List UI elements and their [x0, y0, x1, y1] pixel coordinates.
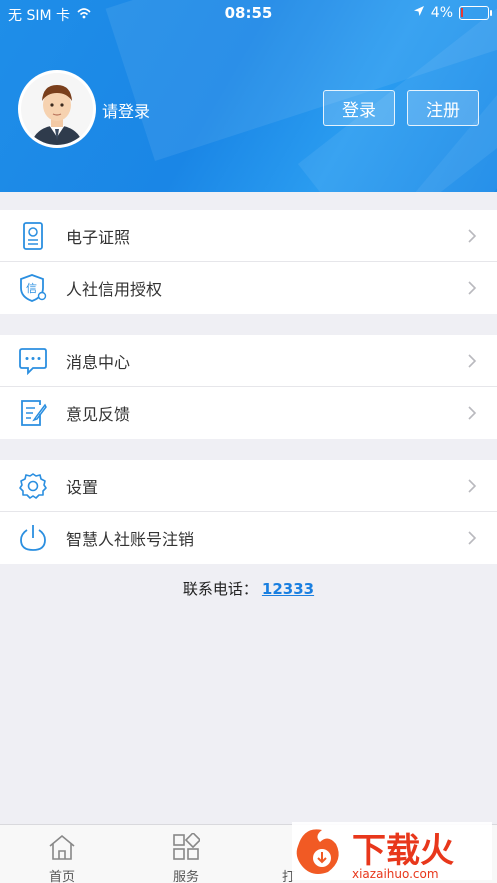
- profile-header: 无 SIM 卡 08:55 4% 请登录 登录 注册: [0, 0, 497, 192]
- watermark-logo: 下载火 xiazaihuo.com: [292, 816, 492, 882]
- location-arrow-icon: [413, 5, 425, 21]
- grid-icon: [173, 833, 200, 860]
- chevron-right-icon: [467, 228, 477, 244]
- credit-shield-icon: 信: [18, 274, 48, 302]
- menu-item-label: 意见反馈: [66, 405, 131, 424]
- register-button[interactable]: 注册: [407, 90, 479, 126]
- watermark-text-cn: 下载火: [352, 831, 454, 871]
- chevron-right-icon: [467, 478, 477, 494]
- feedback-icon: [18, 399, 48, 427]
- battery-percent: 4%: [430, 5, 453, 21]
- login-button[interactable]: 登录: [323, 90, 395, 126]
- chevron-right-icon: [467, 353, 477, 369]
- menu-item-e-license[interactable]: 电子证照: [0, 210, 497, 262]
- tab-label: 首页: [48, 870, 75, 883]
- contact-label: 联系电话：: [182, 580, 258, 598]
- watermark-text-en: xiazaihuo.com: [352, 867, 439, 881]
- contact-phone: 联系电话： 12333: [0, 578, 497, 599]
- menu-item-label: 智慧人社账号注销: [66, 530, 195, 549]
- menu-item-message-center[interactable]: 消息中心: [0, 335, 497, 387]
- menu-group-1: 电子证照 信 人社信用授权: [0, 210, 497, 314]
- menu-item-settings[interactable]: 设置: [0, 460, 497, 512]
- chevron-right-icon: [467, 530, 477, 546]
- power-icon: [18, 524, 48, 552]
- chevron-right-icon: [467, 405, 477, 421]
- menu-item-account-cancel[interactable]: 智慧人社账号注销: [0, 512, 497, 564]
- message-icon: [18, 347, 48, 376]
- menu-item-feedback[interactable]: 意见反馈: [0, 387, 497, 439]
- battery-icon: [459, 6, 492, 20]
- menu-item-label: 人社信用授权: [66, 280, 163, 299]
- menu-group-2: 消息中心 意见反馈: [0, 335, 497, 439]
- gear-icon: [18, 472, 48, 500]
- avatar[interactable]: [18, 70, 96, 148]
- status-bar: 无 SIM 卡 08:55 4%: [0, 0, 497, 28]
- tab-service[interactable]: 服务: [141, 825, 231, 883]
- certificate-icon: [18, 222, 48, 250]
- menu-item-label: 设置: [66, 477, 99, 497]
- menu-item-credit-authorization[interactable]: 信 人社信用授权: [0, 262, 497, 314]
- menu-item-label: 消息中心: [66, 352, 131, 372]
- tab-home[interactable]: 首页: [17, 825, 107, 883]
- svg-text:信: 信: [26, 282, 37, 295]
- login-prompt[interactable]: 请登录: [102, 98, 150, 122]
- home-icon: [49, 834, 75, 860]
- phone-link[interactable]: 12333: [262, 580, 314, 598]
- tab-label: 服务: [172, 870, 199, 883]
- chevron-right-icon: [467, 280, 477, 296]
- menu-item-label: 电子证照: [66, 227, 131, 247]
- menu-group-3: 设置 智慧人社账号注销: [0, 460, 497, 564]
